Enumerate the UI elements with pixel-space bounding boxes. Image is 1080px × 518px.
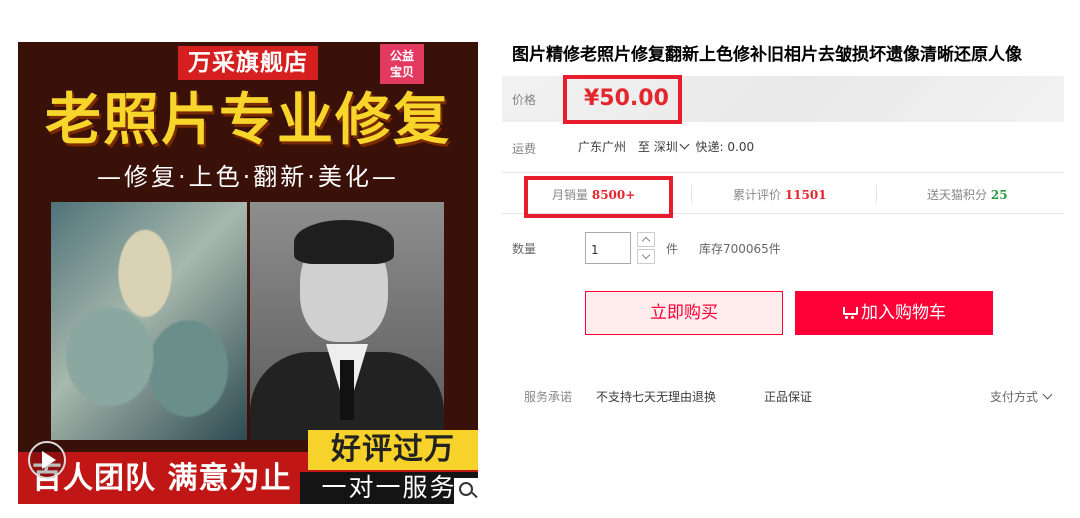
add-to-cart-button[interactable]: 加入购物车 [795,291,993,335]
promise-genuine[interactable]: 正品保证 [764,388,812,405]
store-name-badge: 万采旗舰店 [178,46,318,80]
photo-tie [340,360,354,420]
photo-hair [294,220,394,264]
restored-photo [250,202,444,440]
stock-count: 库存700065件 [699,242,781,256]
banner-praise: 好评过万 [308,430,478,470]
price-label: 价格 [512,93,537,107]
payment-method-label: 支付方式 [990,390,1039,404]
chevron-down-icon [641,250,651,260]
quantity-unit: 件 [666,242,679,256]
quantity-label: 数量 [512,242,537,256]
buy-now-button[interactable]: 立即购买 [585,291,783,335]
quantity-increase-button[interactable] [637,232,655,247]
service-promise-label: 服务承诺 [524,390,573,404]
promise-no-return[interactable]: 不支持七天无理由退换 [596,388,716,405]
damaged-photo [51,202,247,440]
banner-service: 一对一服务 [300,472,478,504]
banner-team-text: 百人团队 满意为止 [32,461,292,496]
review-count[interactable]: 累计评价 11501 [733,186,827,203]
stats-divider [691,185,692,203]
chevron-down-icon [679,139,690,150]
product-image[interactable]: 万采旗舰店 公益 宝贝 老照片专业修复 —修复·上色·翻新·美化— 百人团队 满… [18,42,478,504]
charity-line-1: 公益 [389,49,414,63]
shipping-info: 广东广州 至 深圳 快递: 0.00 [578,138,754,155]
add-to-cart-label: 加入购物车 [861,303,946,323]
express-fee: 快递: 0.00 [695,140,755,154]
quantity-input[interactable]: 1 [585,232,631,264]
ship-destination-select[interactable]: 深圳 [653,139,692,154]
product-title: 图片精修老照片修复翻新上色修补旧相片去皱损坏遗像清晰还原人像 [512,45,1022,65]
tmall-points: 送天猫积分 25 [927,186,1008,203]
chevron-down-icon [1042,389,1053,400]
cart-icon [842,305,858,319]
shipping-label: 运费 [512,142,537,156]
charity-badge: 公益 宝贝 [380,44,424,84]
sales-highlight-box [524,176,673,218]
ship-from: 广东广州 [578,140,627,154]
review-count-label: 累计评价 [733,188,782,202]
review-count-value: 11501 [784,188,827,202]
ship-to-word: 至 [637,140,650,154]
banner-headline: 老照片专业修复 [45,88,451,153]
price-highlight-box [563,75,682,124]
banner-tagline: —修复·上色·翻新·美化— [97,163,399,191]
payment-method-dropdown[interactable]: 支付方式 [990,388,1053,405]
stats-divider [876,185,877,203]
charity-line-2: 宝贝 [389,65,414,79]
quantity-decrease-button[interactable] [637,249,655,264]
zoom-search-icon[interactable] [454,478,480,504]
tmall-points-label: 送天猫积分 [927,188,988,202]
ship-destination: 深圳 [653,140,678,154]
tmall-points-value: 25 [990,188,1008,202]
chevron-up-icon [641,236,651,246]
play-video-icon[interactable] [28,441,66,479]
